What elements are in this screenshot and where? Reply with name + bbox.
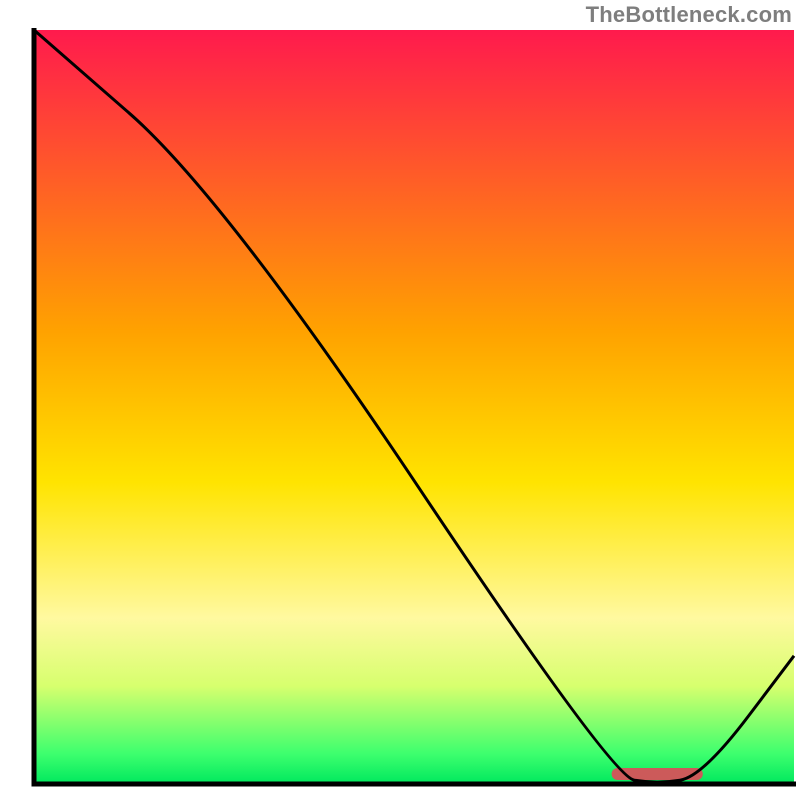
chart-svg	[0, 0, 800, 800]
plot-background	[34, 30, 794, 784]
watermark-label: TheBottleneck.com	[586, 2, 792, 28]
chart-figure: TheBottleneck.com	[0, 0, 800, 800]
